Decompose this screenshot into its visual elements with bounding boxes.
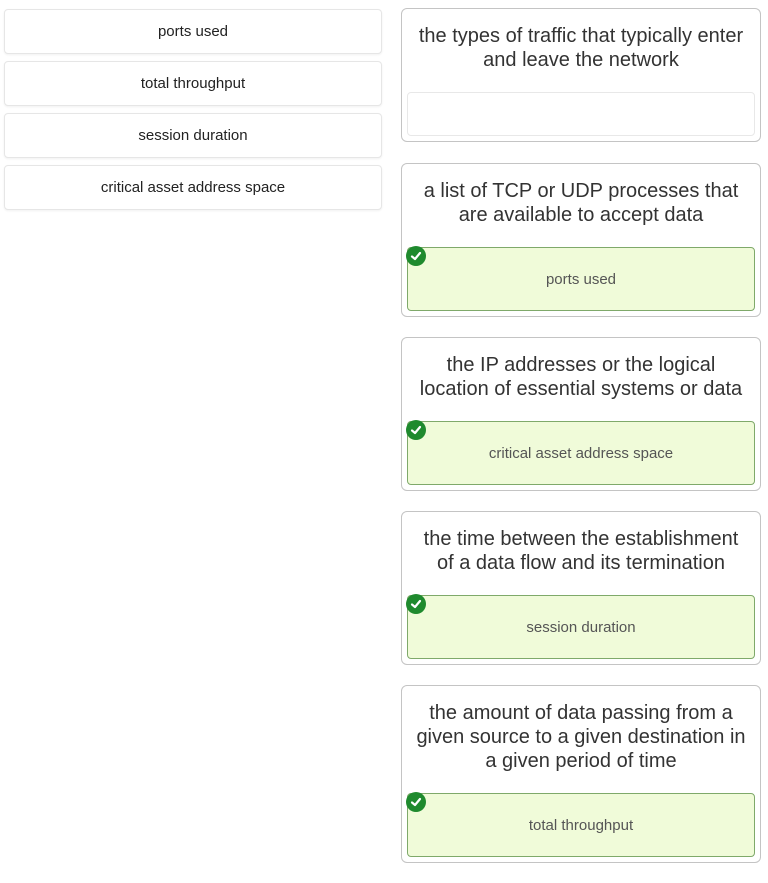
target-prompt: the IP addresses or the logical location… bbox=[419, 354, 743, 400]
placed-answer: ports used bbox=[545, 270, 617, 288]
target-prompt: a list of TCP or UDP processes that are … bbox=[423, 180, 739, 226]
draggable-option-ports-used[interactable]: ports used bbox=[4, 9, 382, 54]
draggable-option-total-throughput[interactable]: total throughput bbox=[4, 61, 382, 106]
option-label: total throughput bbox=[140, 75, 246, 92]
option-label: critical asset address space bbox=[100, 179, 286, 196]
match-targets-list: the types of traffic that typically ente… bbox=[401, 8, 761, 883]
target-card: the amount of data passing from a given … bbox=[401, 685, 761, 863]
drop-zone-filled[interactable]: ports used bbox=[406, 246, 755, 311]
draggable-option-session-duration[interactable]: session duration bbox=[4, 113, 382, 158]
target-card: the time between the establishment of a … bbox=[401, 511, 761, 665]
placed-answer: total throughput bbox=[528, 816, 634, 834]
answer-options-list: ports used total throughput session dura… bbox=[4, 9, 382, 217]
placed-answer: session duration bbox=[526, 618, 636, 636]
target-prompt: the amount of data passing from a given … bbox=[416, 702, 746, 772]
drop-zone-filled[interactable]: session duration bbox=[406, 594, 755, 659]
drop-zone-empty[interactable] bbox=[407, 92, 755, 136]
target-card: the types of traffic that typically ente… bbox=[401, 8, 761, 142]
check-circle-icon bbox=[406, 420, 426, 440]
option-label: session duration bbox=[138, 127, 248, 144]
check-circle-icon bbox=[406, 246, 426, 266]
check-circle-icon bbox=[406, 594, 426, 614]
draggable-option-critical-asset-address-space[interactable]: critical asset address space bbox=[4, 165, 382, 210]
target-card: a list of TCP or UDP processes that are … bbox=[401, 163, 761, 317]
drop-zone-filled[interactable]: critical asset address space bbox=[406, 420, 755, 485]
placed-answer: critical asset address space bbox=[488, 444, 674, 462]
target-prompt: the types of traffic that typically ente… bbox=[418, 25, 744, 71]
option-label: ports used bbox=[157, 23, 229, 40]
check-circle-icon bbox=[406, 792, 426, 812]
target-prompt: the time between the establishment of a … bbox=[423, 528, 739, 574]
drop-zone-filled[interactable]: total throughput bbox=[406, 792, 755, 857]
target-card: the IP addresses or the logical location… bbox=[401, 337, 761, 491]
